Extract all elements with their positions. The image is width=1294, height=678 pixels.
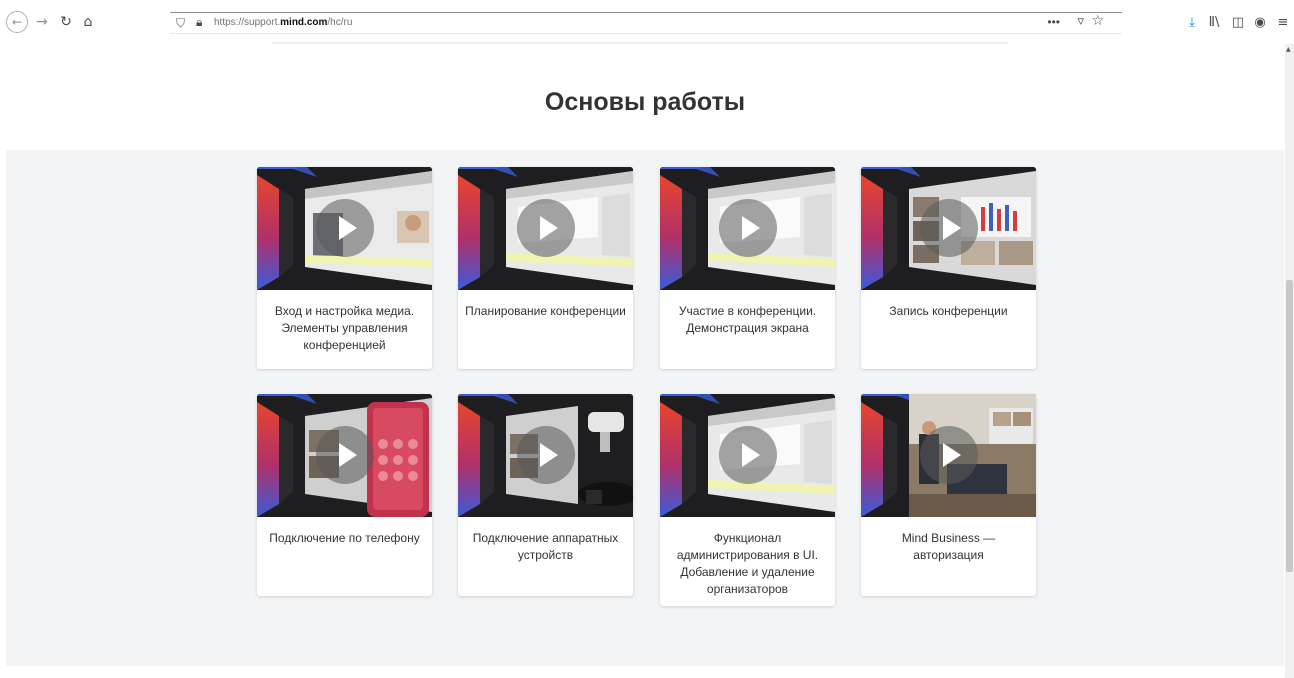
video-card[interactable]: Вход и настройка медиа. Элементы управле… [257,167,432,369]
play-icon[interactable] [719,199,777,257]
play-icon[interactable] [920,426,978,484]
lock-icon[interactable]: 🔒︎ [196,15,202,30]
pocket-icon[interactable]: ▿ [1077,14,1084,29]
library-icon[interactable]: Ⅱ\ [1204,12,1224,32]
scroll-up-arrow-icon[interactable]: ▲ [1286,46,1291,53]
url-text[interactable]: https://support.mind.com/hc/ru [214,17,352,28]
video-card[interactable]: Участие в конференции. Демонстрация экра… [660,167,835,369]
video-caption[interactable]: Участие в конференции. Демонстрация экра… [660,290,835,337]
page-actions-button[interactable]: ••• [1047,15,1060,29]
divider [272,42,1008,44]
video-caption[interactable]: Mind Business — авторизация [861,517,1036,564]
play-icon[interactable] [316,426,374,484]
play-icon[interactable] [517,199,575,257]
video-card[interactable]: Запись конференции [861,167,1036,369]
video-caption[interactable]: Запись конференции [861,290,1036,320]
video-card[interactable]: Подключение аппаратных устройств [458,394,633,596]
video-section [6,150,1284,666]
scrollbar-thumb[interactable] [1286,280,1293,572]
tracking-shield-icon[interactable]: ⛉ [176,16,185,31]
download-icon[interactable]: ⤓ [1182,12,1202,32]
video-card[interactable]: Планирование конференции [458,167,633,369]
url-domain: mind.com [280,17,328,28]
video-caption[interactable]: Планирование конференции [458,290,633,320]
address-bar[interactable]: ⛉ 🔒︎ https://support.mind.com/hc/ru ••• … [170,12,1122,34]
account-icon[interactable]: ◉ [1250,12,1270,32]
play-icon[interactable] [316,199,374,257]
forward-button[interactable]: → [32,12,52,32]
video-caption[interactable]: Подключение по телефону [257,517,432,547]
video-card[interactable]: Mind Business — авторизация [861,394,1036,596]
video-thumbnail[interactable] [257,394,432,517]
page-title: Основы работы [544,88,746,116]
play-icon[interactable] [719,426,777,484]
video-thumbnail[interactable] [458,394,633,517]
video-thumbnail[interactable] [660,167,835,290]
video-card[interactable]: Функционал администрирования в UI. Добав… [660,394,835,606]
video-thumbnail[interactable] [458,167,633,290]
play-icon[interactable] [517,426,575,484]
browser-toolbar: ← → ↻ ⌂ ⛉ 🔒︎ https://support.mind.com/hc… [0,0,1294,44]
bookmark-star-icon[interactable]: ☆ [1091,13,1104,29]
video-thumbnail[interactable] [660,394,835,517]
video-thumbnail[interactable] [861,394,1036,517]
play-icon[interactable] [920,199,978,257]
sidebar-icon[interactable]: ◫ [1228,12,1248,32]
url-prefix: https://support. [214,17,281,28]
video-thumbnail[interactable] [257,167,432,290]
video-card[interactable]: Подключение по телефону [257,394,432,596]
video-thumbnail[interactable] [861,167,1036,290]
reload-button[interactable]: ↻ [56,12,76,32]
back-button[interactable]: ← [6,11,28,33]
scrollbar[interactable]: ▲ [1285,44,1294,678]
video-caption[interactable]: Подключение аппаратных устройств [458,517,633,564]
url-path: /hc/ru [327,17,353,28]
home-button[interactable]: ⌂ [78,12,98,32]
hamburger-menu-icon[interactable]: ≡ [1273,12,1293,32]
video-caption[interactable]: Функционал администрирования в UI. Добав… [660,517,835,598]
video-caption[interactable]: Вход и настройка медиа. Элементы управле… [257,290,432,354]
